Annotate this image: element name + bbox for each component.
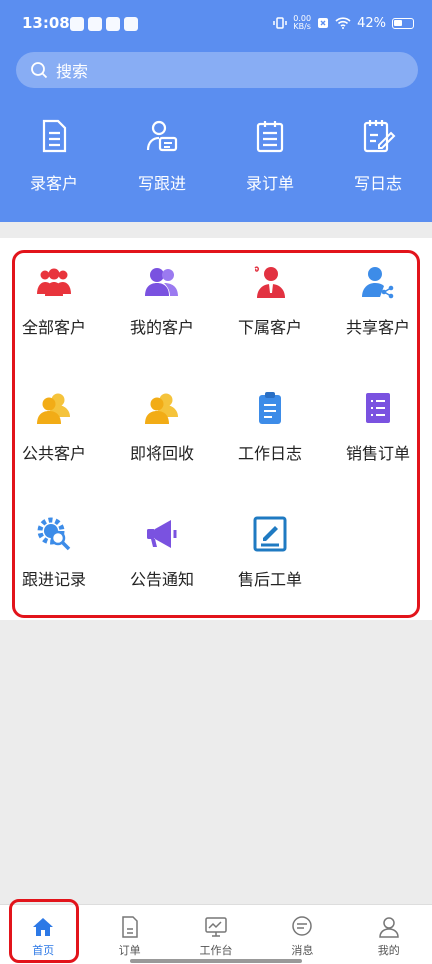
monitor-icon	[205, 917, 227, 937]
quick-action-label: 写日志	[353, 174, 402, 193]
grid-item-label: 我的客户	[129, 318, 194, 337]
notification-icons	[70, 17, 138, 31]
net-speed-unit: KB/s	[293, 22, 311, 31]
feature-grid: 全部客户 我的客户 下属客户 共享客户 公共客户 即将回收 工作日志 销售订单 …	[0, 264, 432, 642]
tab-workbench[interactable]: 工作台	[173, 905, 259, 964]
search-icon	[31, 62, 48, 79]
grid-item-label: 售后工单	[237, 570, 302, 589]
status-right: 0.00 KB/s 42%	[273, 15, 414, 31]
group-icon	[37, 268, 71, 296]
status-bar: 13:08 0.00 KB/s 42%	[0, 0, 432, 50]
list-icon	[366, 393, 390, 423]
grid-item-shared-customers[interactable]: 共享客户	[324, 264, 432, 390]
share-user-icon	[362, 267, 394, 299]
search-bar[interactable]: 搜索	[16, 52, 418, 88]
person-tie-icon	[254, 266, 285, 298]
document-icon	[42, 119, 67, 153]
grid-item-label: 公告通知	[129, 570, 194, 589]
notification-app-icon	[70, 17, 84, 31]
tab-me[interactable]: 我的	[346, 905, 432, 964]
grid-item-work-log[interactable]: 工作日志	[216, 390, 324, 516]
tab-highlight-outline	[9, 899, 79, 963]
grid-item-label: 公共客户	[21, 444, 86, 463]
megaphone-icon	[147, 520, 177, 548]
grid-item-all-customers[interactable]: 全部客户	[0, 264, 108, 390]
tab-messages[interactable]: 消息	[259, 905, 345, 964]
users-icon	[145, 268, 178, 296]
header-area: 13:08 0.00 KB/s 42% 搜索 录客户 写跟进 录订单 写日志	[0, 0, 432, 222]
home-indicator[interactable]	[130, 959, 302, 963]
quick-action-add-customer[interactable]: 录客户	[0, 118, 108, 194]
grid-item-label: 即将回收	[129, 444, 194, 463]
grid-item-about-to-recycle[interactable]: 即将回收	[108, 390, 216, 516]
grid-item-label: 全部客户	[21, 318, 86, 337]
grid-item-announcements[interactable]: 公告通知	[108, 516, 216, 642]
sim-icon	[318, 18, 329, 28]
grid-item-my-customers[interactable]: 我的客户	[108, 264, 216, 390]
quick-action-label: 录客户	[29, 174, 78, 193]
quick-action-write-log[interactable]: 写日志	[324, 118, 432, 194]
user-card-icon	[146, 120, 178, 152]
vibrate-icon	[273, 17, 288, 29]
grid-item-label: 下属客户	[237, 318, 302, 337]
quick-action-label: 录订单	[245, 174, 294, 193]
grid-item-label: 跟进记录	[21, 570, 86, 589]
users-icon	[145, 393, 178, 424]
tab-label: 消息	[291, 944, 314, 957]
edit-note-icon	[363, 120, 396, 153]
tab-label: 我的	[377, 944, 400, 957]
grid-item-followup-records[interactable]: 跟进记录	[0, 516, 108, 642]
notification-app-icon	[124, 17, 138, 31]
battery-percent: 42%	[357, 15, 386, 31]
users-icon	[37, 393, 70, 424]
quick-action-label: 写跟进	[137, 174, 186, 193]
user-icon	[378, 917, 399, 938]
wifi-icon	[335, 17, 351, 29]
gear-search-icon	[37, 517, 71, 551]
grid-item-label: 销售订单	[345, 444, 410, 463]
quick-action-write-followup[interactable]: 写跟进	[108, 118, 216, 194]
chat-icon	[292, 916, 313, 936]
search-placeholder: 搜索	[56, 62, 89, 81]
tab-label: 订单	[118, 944, 141, 957]
order-icon	[121, 916, 138, 938]
grid-item-subordinate-customers[interactable]: 下属客户	[216, 264, 324, 390]
status-time: 13:08	[22, 14, 70, 32]
quick-action-add-order[interactable]: 录订单	[216, 118, 324, 194]
tab-label: 工作台	[199, 944, 233, 957]
edit-box-icon	[253, 516, 287, 552]
net-speed: 0.00 KB/s	[293, 15, 311, 31]
tab-orders[interactable]: 订单	[86, 905, 172, 964]
grid-item-label: 共享客户	[345, 318, 410, 337]
grid-item-label: 工作日志	[237, 444, 302, 463]
quick-actions: 录客户 写跟进 录订单 写日志	[0, 118, 432, 194]
notification-app-icon	[106, 17, 120, 31]
clipboard-icon	[256, 121, 284, 153]
grid-item-public-customers[interactable]: 公共客户	[0, 390, 108, 516]
notification-app-icon	[88, 17, 102, 31]
battery-icon	[392, 17, 414, 29]
clipboard-icon	[259, 392, 281, 424]
grid-item-after-sales-tickets[interactable]: 售后工单	[216, 516, 324, 642]
grid-item-sales-orders[interactable]: 销售订单	[324, 390, 432, 516]
